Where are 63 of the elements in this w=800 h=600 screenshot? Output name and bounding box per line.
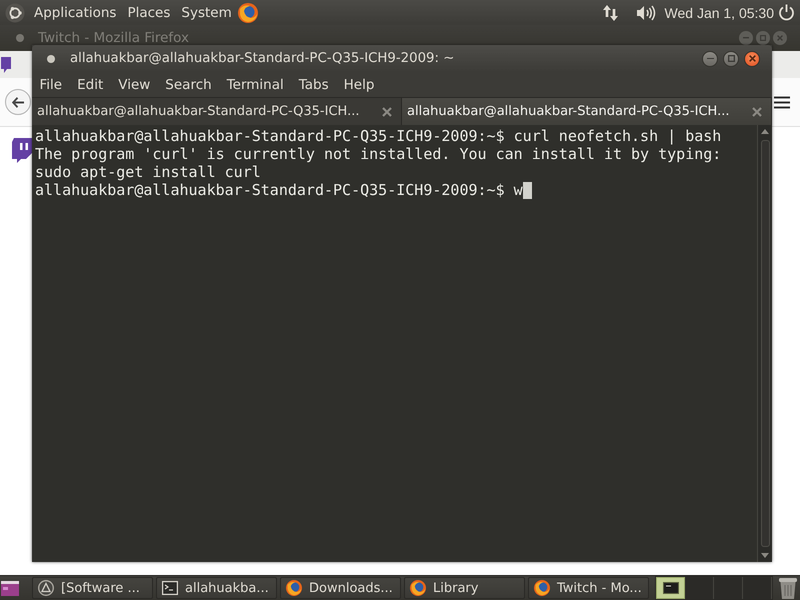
panel-menu[interactable]: Applications — [28, 4, 122, 20]
mini-window-icon — [662, 582, 678, 594]
menu-item[interactable]: File — [32, 76, 70, 92]
menu-item[interactable]: Edit — [70, 76, 111, 92]
terminal-line: sudo apt-get install curl — [35, 163, 261, 181]
power-icon[interactable] — [778, 4, 795, 21]
scrollbar[interactable] — [757, 125, 772, 562]
terminal-icon — [162, 580, 178, 596]
browser-icon — [534, 580, 550, 596]
back-button[interactable] — [5, 89, 31, 115]
tab-close-button[interactable] — [751, 106, 763, 118]
taskbar-button[interactable]: Downloads... — [280, 577, 401, 599]
terminal-line: The program 'curl' is currently not installed. You can install it by typing: — [35, 145, 722, 163]
browser-icon[interactable] — [238, 2, 258, 22]
clock[interactable]: Wed Jan 1, 05:30 — [664, 4, 774, 20]
left-arrow-icon — [12, 96, 24, 108]
menu-item[interactable]: Help — [336, 76, 382, 92]
taskbar-button[interactable]: Twitch - Mo... — [528, 577, 649, 599]
speech-bubble-logo-icon[interactable] — [12, 138, 32, 163]
speaker-icon[interactable] — [636, 4, 656, 20]
minimize-button[interactable] — [739, 31, 753, 45]
tab-close-button[interactable] — [381, 106, 393, 118]
close-icon — [777, 35, 783, 41]
terminal-tab[interactable]: allahuakbar@allahuakbar-Standard-PC-Q35-ICH... — [32, 98, 402, 125]
maximize-button[interactable] — [723, 50, 739, 66]
close-icon — [748, 55, 756, 62]
minus-icon — [743, 37, 749, 39]
workspace-tile[interactable] — [656, 577, 685, 599]
scrollbar-thumb[interactable] — [760, 140, 770, 547]
triangle-circle-icon — [38, 580, 54, 596]
scroll-down-arrow-icon[interactable] — [761, 553, 769, 558]
scroll-up-arrow-icon[interactable] — [761, 129, 769, 134]
square-icon — [728, 55, 734, 62]
window-title: Twitch - Mozilla Firefox — [38, 30, 190, 46]
menu-item[interactable]: Search — [158, 76, 220, 92]
menu-item[interactable]: View — [110, 76, 158, 92]
taskbar-button[interactable]: Library — [404, 577, 525, 599]
close-button[interactable] — [744, 50, 760, 66]
square-icon — [760, 35, 766, 41]
round-logo-icon[interactable] — [5, 2, 25, 22]
up-down-arrows-icon[interactable] — [602, 4, 618, 20]
taskbar-button[interactable]: [Software ... — [32, 577, 153, 599]
trash-icon[interactable] — [779, 577, 797, 599]
terminal-tab[interactable]: allahuakbar@allahuakbar-Standard-PC-Q35-ICH... — [402, 98, 772, 125]
panel-menu[interactable]: Places — [122, 4, 176, 20]
browser-icon — [410, 580, 426, 596]
maximize-button[interactable] — [756, 31, 770, 45]
favicon-icon[interactable] — [1, 56, 11, 72]
menu-button[interactable] — [774, 96, 790, 108]
taskbar-button[interactable]: allahuakba... — [156, 577, 277, 599]
browser-icon — [286, 580, 302, 596]
minimize-button[interactable] — [702, 50, 718, 66]
show-desktop-icon[interactable] — [1, 580, 19, 596]
window-title: allahuakbar@allahuakbar-Standard-PC-Q35-ICH9-2009: ~ — [70, 51, 454, 66]
minus-icon — [706, 58, 714, 60]
menu-item[interactable]: Terminal — [219, 76, 292, 92]
menu-item[interactable]: Tabs — [291, 76, 336, 92]
window-dot-icon — [16, 34, 24, 42]
terminal-line: allahuakbar@allahuakbar-Standard-PC-Q35-ICH9-2009:~$ curl neofetch.sh | bash — [35, 127, 722, 145]
text-cursor — [522, 182, 532, 198]
terminal-line: allahuakbar@allahuakbar-Standard-PC-Q35-ICH9-2009:~$ w — [35, 181, 523, 199]
window-dot-icon — [47, 54, 55, 62]
panel-menu[interactable]: System — [176, 4, 238, 20]
